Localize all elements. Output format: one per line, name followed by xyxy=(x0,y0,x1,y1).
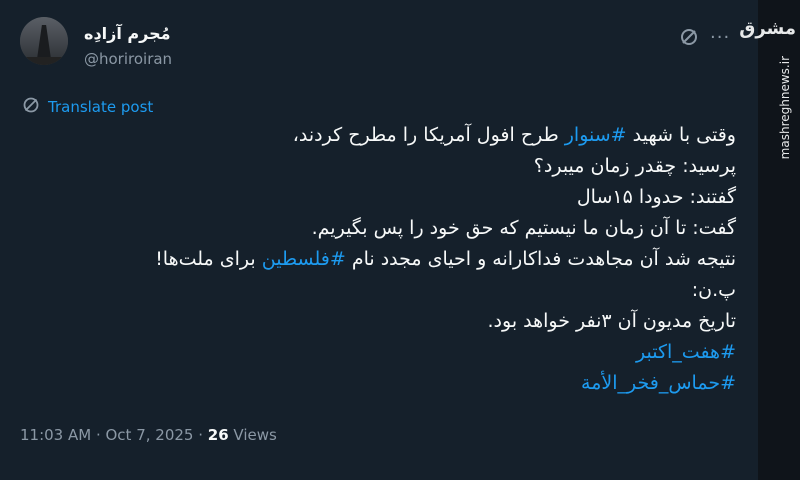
tweet-line: وقتی با شهید #سنوار طرح افول آمریکا را م… xyxy=(20,120,736,151)
avatar-ground xyxy=(20,57,68,65)
tweet-line: تاریخ مدیون آن ۳نفر خواهد بود. xyxy=(487,310,737,332)
text-segment: برای ملت‌ها! xyxy=(155,248,262,270)
tweet-line: پرسید: چقدر زمان میبرد؟ xyxy=(533,155,736,177)
hashtag-link[interactable]: #فلسطین xyxy=(262,248,346,270)
tweet-text: وقتی با شهید #سنوار طرح افول آمریکا را م… xyxy=(20,120,736,399)
text-segment: وقتی با شهید xyxy=(626,124,736,146)
more-options-icon[interactable]: ··· xyxy=(710,27,730,48)
text-segment: طرح افول آمریکا را مطرح کردند، xyxy=(292,124,565,146)
author-handle[interactable]: @horiroiran xyxy=(84,50,172,68)
tweet-line: پ.ن: xyxy=(691,279,736,301)
text-segment: نتیجه شد آن مجاهدت فداکارانه و احیای مجد… xyxy=(345,248,736,270)
avatar[interactable] xyxy=(20,17,68,65)
translate-icon xyxy=(22,96,40,118)
watermark-site: mashreghnews.ir xyxy=(778,56,792,160)
watermark-strip: مشرق mashreghnews.ir xyxy=(739,0,800,480)
hashtag-link[interactable]: #حماس_فخر_الأمة xyxy=(20,368,736,399)
translate-post-link[interactable]: Translate post xyxy=(22,96,153,118)
tweet-line: گفت: تا آن زمان ما نیستیم که حق خود را پ… xyxy=(311,217,736,239)
hashtag-link[interactable]: #سنوار xyxy=(565,124,627,146)
tweet-line: نتیجه شد آن مجاهدت فداکارانه و احیای مجد… xyxy=(20,244,736,275)
slashed-circle-icon[interactable] xyxy=(678,26,700,48)
timestamp[interactable]: 11:03 AM · Oct 7, 2025 · xyxy=(20,426,208,444)
translate-label: Translate post xyxy=(48,98,154,116)
hashtag-link[interactable]: #هفت_اکتبر xyxy=(20,337,736,368)
tweet-actions-top: ··· xyxy=(678,26,730,48)
tweet-meta: 11:03 AM · Oct 7, 2025 · 26 Views xyxy=(20,426,277,444)
author-display-name[interactable]: مُجرم آزادِه xyxy=(84,24,171,43)
watermark-logo: مشرق xyxy=(739,18,796,39)
views-label: Views xyxy=(228,426,277,444)
tweet-card: مُجرم آزادِه @horiroiran ··· Translate p… xyxy=(0,0,758,480)
views-count: 26 xyxy=(207,426,229,444)
tweet-line: گفتند: حدودا ۱۵سال xyxy=(576,186,736,208)
